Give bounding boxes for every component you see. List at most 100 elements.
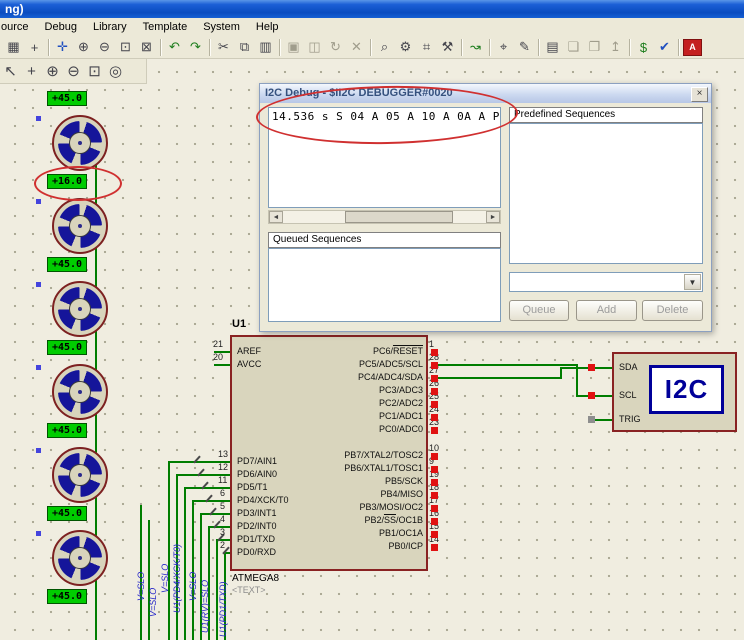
delete-button[interactable]: Delete	[642, 300, 703, 321]
net-label[interactable]: V=SLO	[136, 572, 146, 601]
net-label[interactable]: V=SLO	[148, 588, 158, 617]
search-tag-icon[interactable]: ⌖	[493, 37, 514, 57]
copy-icon[interactable]: ⧉	[234, 37, 255, 57]
origin-marker-icon[interactable]: +	[24, 37, 45, 57]
goto-sheet-icon[interactable]: ↥	[605, 37, 626, 57]
zoom-area-icon-2[interactable]: ⊡	[84, 61, 105, 81]
selection-handle[interactable]	[36, 531, 41, 536]
packaging-icon[interactable]: ⌗	[416, 37, 437, 57]
rotary-encoder-component[interactable]	[52, 447, 108, 503]
block-delete-icon[interactable]: ✕	[346, 37, 367, 57]
pin-endpoint[interactable]	[588, 416, 595, 423]
net-label[interactable]: U1(PD4/XCK/T0)	[172, 544, 182, 613]
net-label[interactable]: V=SLO	[188, 572, 198, 601]
rotary-encoder-component[interactable]	[52, 530, 108, 586]
pin-endpoint[interactable]	[431, 505, 438, 512]
wire-segment[interactable]	[595, 419, 612, 421]
property-assign-icon[interactable]: ✎	[514, 37, 535, 57]
electrical-check-icon[interactable]: ✔	[654, 37, 675, 57]
menu-library[interactable]: Library	[85, 19, 135, 35]
wire-segment[interactable]	[560, 367, 612, 369]
gauge-value-badge[interactable]: +16.0	[47, 174, 87, 189]
wire-segment[interactable]	[148, 520, 150, 640]
net-label[interactable]: U1(PD1/TXD)	[218, 581, 228, 637]
chevron-down-icon[interactable]: ▼	[684, 274, 701, 290]
scrollbar-thumb[interactable]	[345, 211, 453, 223]
pin-endpoint[interactable]	[431, 531, 438, 538]
grid-toggle-icon[interactable]: ▦	[3, 37, 24, 57]
net-label[interactable]: V=SLO	[160, 564, 170, 593]
block-copy-icon[interactable]: ▣	[283, 37, 304, 57]
wire-autoroute-icon[interactable]: ↝	[465, 37, 486, 57]
pin-endpoint[interactable]	[431, 492, 438, 499]
selection-handle[interactable]	[36, 116, 41, 121]
gauge-value-badge[interactable]: +45.0	[47, 506, 87, 521]
wire-segment[interactable]	[192, 500, 194, 640]
close-icon[interactable]: ×	[691, 87, 708, 102]
pin-endpoint[interactable]	[431, 479, 438, 486]
rotary-encoder-component[interactable]	[52, 115, 108, 171]
pin-endpoint[interactable]	[431, 466, 438, 473]
block-rotate-icon[interactable]: ↻	[325, 37, 346, 57]
pin-endpoint[interactable]	[588, 364, 595, 371]
decompose-icon[interactable]: ⚒	[437, 37, 458, 57]
zoom-out-icon[interactable]: ⊖	[94, 37, 115, 57]
zoom-area-icon[interactable]: ⊡	[115, 37, 136, 57]
pin-endpoint[interactable]	[588, 392, 595, 399]
selection-handle[interactable]	[36, 365, 41, 370]
scroll-left-icon[interactable]: ◄	[269, 211, 283, 223]
pin-endpoint[interactable]	[431, 362, 438, 369]
zoom-all-icon[interactable]: ⊠	[136, 37, 157, 57]
sequence-combobox[interactable]: ▼	[509, 272, 703, 292]
cut-icon[interactable]: ✂	[213, 37, 234, 57]
queued-sequences-list[interactable]	[268, 248, 501, 322]
menu-source[interactable]: ource	[0, 19, 37, 35]
paste-icon[interactable]: ▥	[255, 37, 276, 57]
zoom-in-icon[interactable]: ⊕	[73, 37, 94, 57]
pin-endpoint[interactable]	[431, 427, 438, 434]
selection-handle[interactable]	[36, 448, 41, 453]
queue-button[interactable]: Queue	[509, 300, 569, 321]
gauge-value-badge[interactable]: +45.0	[47, 91, 87, 106]
wire-segment[interactable]	[208, 526, 230, 528]
undo-icon[interactable]: ↶	[164, 37, 185, 57]
zoom-in-icon-2[interactable]: ⊕	[42, 61, 63, 81]
menu-debug[interactable]: Debug	[37, 19, 85, 35]
gauge-value-badge[interactable]: +45.0	[47, 423, 87, 438]
pin-endpoint[interactable]	[431, 375, 438, 382]
wire-segment[interactable]	[200, 513, 230, 515]
redo-icon[interactable]: ↷	[185, 37, 206, 57]
debug-window-titlebar[interactable]: I2C Debug - $II2C DEBUGGER#0020	[260, 84, 711, 103]
pin-endpoint[interactable]	[431, 518, 438, 525]
zoom-all-icon-2[interactable]: ◎	[105, 61, 126, 81]
origin-marker-icon-2[interactable]: +	[21, 61, 42, 81]
scroll-right-icon[interactable]: ►	[486, 211, 500, 223]
remove-sheet-icon[interactable]: ❐	[584, 37, 605, 57]
bill-of-materials-icon[interactable]: $	[633, 37, 654, 57]
netlist-ares-icon[interactable]: A	[683, 39, 702, 56]
pin-endpoint[interactable]	[431, 414, 438, 421]
pin-endpoint[interactable]	[431, 453, 438, 460]
predefined-sequences-list[interactable]	[509, 123, 703, 264]
add-button[interactable]: Add	[576, 300, 637, 321]
gauge-value-badge[interactable]: +45.0	[47, 589, 87, 604]
pin-endpoint[interactable]	[431, 388, 438, 395]
pick-device-icon[interactable]: ⌕	[374, 37, 395, 57]
rotary-encoder-component[interactable]	[52, 198, 108, 254]
zoom-out-icon-2[interactable]: ⊖	[63, 61, 84, 81]
rotary-encoder-component[interactable]	[52, 281, 108, 337]
gauge-value-badge[interactable]: +45.0	[47, 340, 87, 355]
design-explorer-icon[interactable]: ▤	[542, 37, 563, 57]
pin-endpoint[interactable]	[431, 544, 438, 551]
menu-help[interactable]: Help	[248, 19, 287, 35]
wire-segment[interactable]	[168, 461, 170, 640]
new-sheet-icon[interactable]: ❏	[563, 37, 584, 57]
sequence-log-panel[interactable]: 14.536 s S 04 A 05 A 10 A 0A A P	[268, 107, 501, 208]
rotary-encoder-component[interactable]	[52, 364, 108, 420]
make-device-icon[interactable]: ⚙	[395, 37, 416, 57]
selection-handle[interactable]	[36, 282, 41, 287]
menu-template[interactable]: Template	[135, 19, 196, 35]
net-label[interactable]: U1(RV)=SLO	[200, 580, 210, 633]
gauge-value-badge[interactable]: +45.0	[47, 257, 87, 272]
selection-handle[interactable]	[36, 199, 41, 204]
